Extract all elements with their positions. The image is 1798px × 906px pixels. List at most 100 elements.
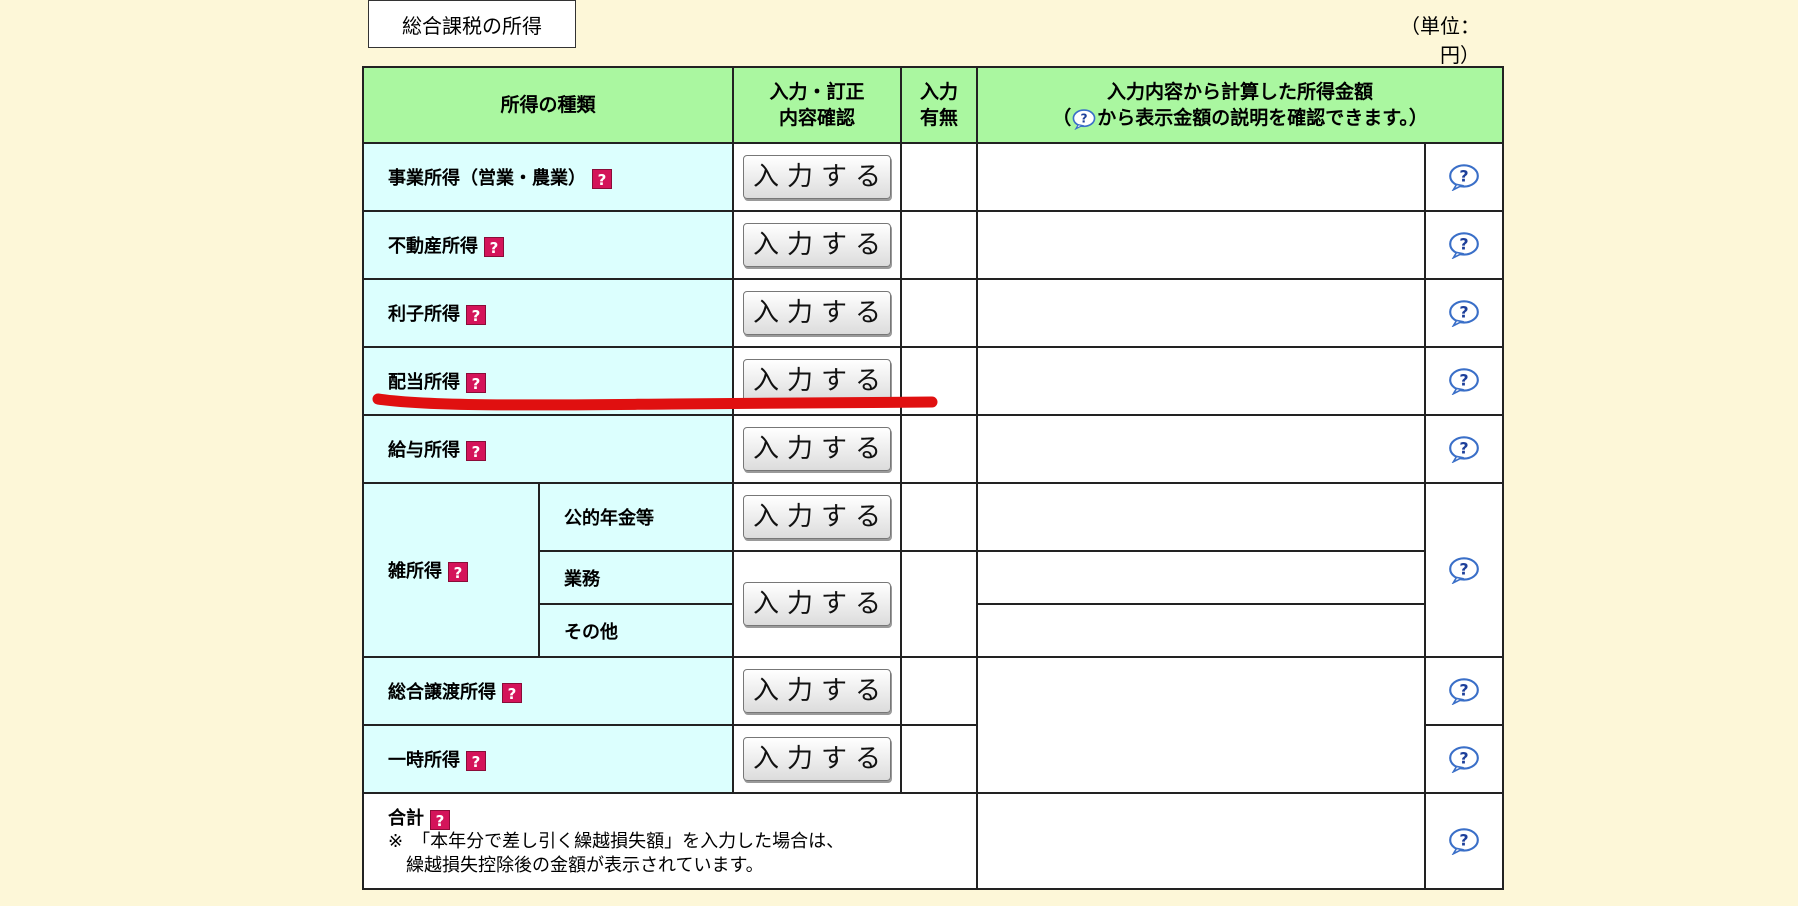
help-icon[interactable]: ? [448,562,468,582]
table-row: 配当所得? 入力する ? [361,346,1505,416]
input-button-dividend[interactable]: 入力する [743,359,892,403]
row-dividend-label: 配当所得? [361,346,735,416]
header-input-line2: 内容確認 [779,107,856,129]
input-button-pension[interactable]: 入力する [743,495,892,539]
input-button-transfer[interactable]: 入力する [743,669,892,713]
help-bubble-icon[interactable]: ? [1447,827,1481,856]
header-calculated-amount: 入力内容から計算した所得金額 （? から表示金額の説明を確認できます。） [976,66,1505,144]
header-income-type: 所得の種類 [361,66,735,144]
input-button-salary[interactable]: 入力する [743,427,892,471]
input-button-real-estate[interactable]: 入力する [743,223,892,267]
row-misc-text: 雑所得 [388,561,442,582]
amount-dividend [976,346,1427,416]
help-icon[interactable]: ? [466,305,486,325]
has-input-business [900,142,979,212]
help-icon[interactable]: ? [466,373,486,393]
help-bubble-icon[interactable]: ? [1447,435,1481,464]
help-icon[interactable]: ? [484,237,504,257]
input-button-business[interactable]: 入力する [743,155,892,199]
header-calc-post: から表示金額の説明を確認できます。） [1097,107,1428,129]
row-interest-text: 利子所得 [388,304,460,325]
svg-text:?: ? [1459,559,1468,578]
help-bubble-icon[interactable]: ? [1447,745,1481,774]
table-row: 不動産所得? 入力する ? [361,210,1505,280]
has-input-temporary [900,724,979,794]
table-row: 給与所得? 入力する ? [361,414,1505,484]
header-input-line1: 入力・訂正 [769,81,865,103]
amount-total [976,792,1427,890]
row-business-text: 事業所得（営業・農業） [388,168,586,189]
header-calc-pre: （ [1052,107,1072,129]
table-header-row: 所得の種類 入力・訂正 内容確認 入力 有無 入力内容から計算した所得金額 （?… [361,66,1505,144]
svg-text:?: ? [1081,111,1088,125]
row-real-estate-label: 不動産所得? [361,210,735,280]
header-has-line1: 入力 [920,81,959,103]
header-has-line2: 有無 [920,107,959,129]
help-bubble-icon: ? [1072,108,1096,130]
input-button-misc-business-other[interactable]: 入力する [743,582,892,626]
svg-text:?: ? [1459,234,1468,253]
row-misc-business-label: 業務 [537,550,735,605]
row-total-label: 合計? ※ 「本年分で差し引く繰越損失額」を入力した場合は、 繰越損失控除後の金… [361,792,979,890]
amount-real-estate [976,210,1427,280]
amount-pension [976,482,1427,552]
total-note-line1: ※ 「本年分で差し引く繰越損失額」を入力した場合は、 [388,831,845,852]
help-bubble-icon[interactable]: ? [1447,299,1481,328]
help-icon[interactable]: ? [502,683,522,703]
help-icon[interactable]: ? [466,441,486,461]
amount-interest [976,278,1427,348]
has-input-transfer [900,656,979,726]
header-has-input: 入力 有無 [900,66,979,144]
help-bubble-icon[interactable]: ? [1447,163,1481,192]
table-row: 合計? ※ 「本年分で差し引く繰越損失額」を入力した場合は、 繰越損失控除後の金… [361,792,1505,890]
help-icon[interactable]: ? [466,751,486,771]
input-button-temporary[interactable]: 入力する [743,737,892,781]
row-salary-label: 給与所得? [361,414,735,484]
has-input-pension [900,482,979,552]
total-note-line2: 繰越損失控除後の金額が表示されています。 [388,855,764,876]
amount-misc-business [976,550,1427,605]
income-table: 所得の種類 入力・訂正 内容確認 入力 有無 入力内容から計算した所得金額 （?… [361,66,1505,890]
row-misc-pension-label: 公的年金等 [537,482,735,552]
help-bubble-icon[interactable]: ? [1447,556,1481,585]
row-dividend-text: 配当所得 [388,372,460,393]
has-input-salary [900,414,979,484]
has-input-interest [900,278,979,348]
svg-text:?: ? [1459,370,1468,389]
row-transfer-label: 総合譲渡所得? [361,656,735,726]
input-button-interest[interactable]: 入力する [743,291,892,335]
svg-text:?: ? [1459,438,1468,457]
amount-business [976,142,1427,212]
svg-text:?: ? [1459,302,1468,321]
svg-text:?: ? [1459,680,1468,699]
unit-label: （単位：円） [1400,14,1480,67]
svg-text:?: ? [1459,830,1468,849]
row-misc-label: 雑所得? [362,482,540,658]
svg-text:?: ? [1459,748,1468,767]
header-input-confirm: 入力・訂正 内容確認 [732,66,903,144]
table-row: 総合譲渡所得? 入力する ? [361,656,1505,794]
help-bubble-icon[interactable]: ? [1447,367,1481,396]
has-input-misc-business-other [900,550,979,658]
row-temporary-label: 一時所得? [361,724,735,794]
table-row: 利子所得? 入力する ? [361,278,1505,348]
row-business-label: 事業所得（営業・農業）? [361,142,735,212]
row-interest-label: 利子所得? [361,278,735,348]
help-bubble-icon[interactable]: ? [1447,231,1481,260]
row-salary-text: 給与所得 [388,440,460,461]
row-total-text: 合計 [388,808,424,829]
has-input-dividend [900,346,979,416]
help-icon[interactable]: ? [430,809,450,830]
table-row: 雑所得? 公的年金等 入力する ? [362,482,1505,658]
section-title: 総合課税の所得 [368,0,576,48]
has-input-real-estate [900,210,979,280]
help-bubble-icon[interactable]: ? [1447,677,1481,706]
amount-transfer-temporary [976,656,1427,794]
amount-salary [976,414,1427,484]
amount-misc-other [976,603,1427,658]
table-row: 事業所得（営業・農業）? 入力する ? [361,142,1505,212]
svg-text:?: ? [1459,166,1468,185]
row-temporary-text: 一時所得 [388,750,460,771]
row-real-estate-text: 不動産所得 [388,236,478,257]
help-icon[interactable]: ? [592,169,612,189]
